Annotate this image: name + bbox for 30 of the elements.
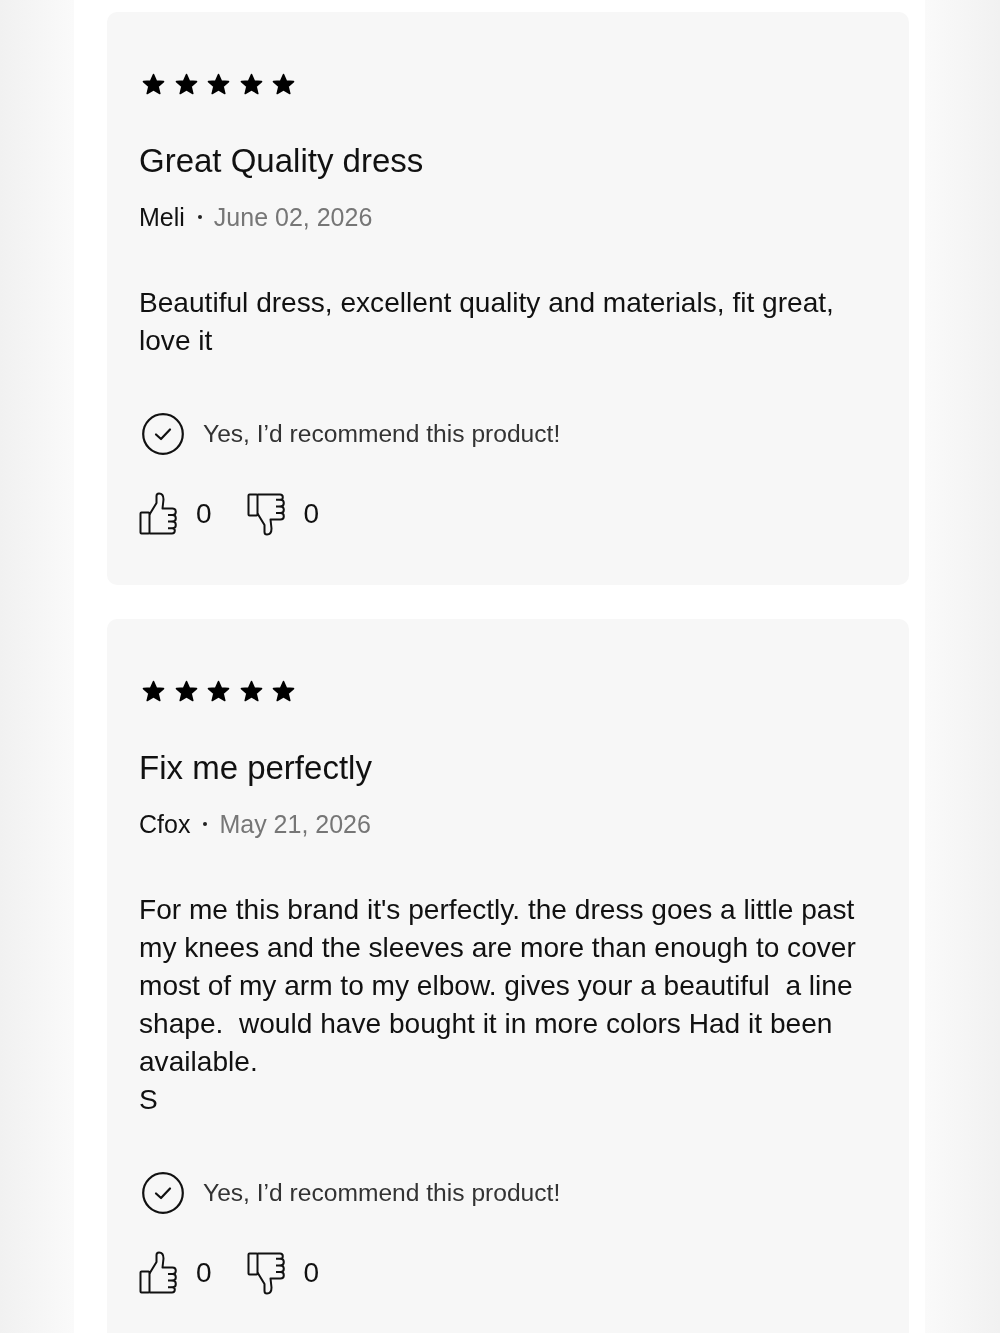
thumbs-down-icon — [246, 1251, 286, 1295]
star-icon — [207, 72, 230, 95]
review-title: Great Quality dress — [139, 143, 424, 179]
thumbs-up-icon — [139, 492, 178, 536]
recommend-text: Yes, I’d recommend this product! — [203, 420, 561, 448]
review-text: For me this brand it's perfectly. the dress goes a little past my knees and the sleeves are more than enough to cover most of my arm to my elbow. gives your a beautiful a line shape. would have bought it in more colors Had it been available. S — [139, 893, 857, 1117]
reviewer-name: Cfox — [139, 810, 191, 838]
dot-separator-icon — [203, 822, 208, 826]
star-icon — [174, 679, 198, 702]
review-date: June 02, 2026 — [213, 203, 373, 231]
not-helpful-button[interactable]: 0 — [246, 1251, 320, 1295]
review-text: Beautiful dress, excellent quality and materials, fit great, love it — [139, 286, 835, 358]
star-icon — [239, 679, 263, 702]
recommend-text: Yes, I’d recommend this product! — [203, 1179, 561, 1207]
star-icon — [174, 72, 198, 95]
star-icon — [207, 679, 230, 702]
star-icon — [142, 679, 165, 702]
thumbs-down-icon — [246, 492, 286, 536]
dot-separator-icon — [197, 215, 202, 219]
thumbs-up-icon — [139, 1251, 178, 1295]
helpful-button[interactable]: 0 — [139, 1251, 212, 1295]
not-helpful-button[interactable]: 0 — [246, 492, 320, 536]
star-icon — [142, 72, 165, 95]
star-icon — [272, 72, 295, 95]
helpful-button[interactable]: 0 — [139, 492, 212, 536]
review-title: Fix me perfectly — [139, 750, 372, 786]
review-date: May 21, 2026 — [219, 810, 371, 838]
star-icon — [272, 679, 295, 702]
reviewer-name: Meli — [139, 203, 185, 231]
star-icon — [239, 72, 263, 95]
